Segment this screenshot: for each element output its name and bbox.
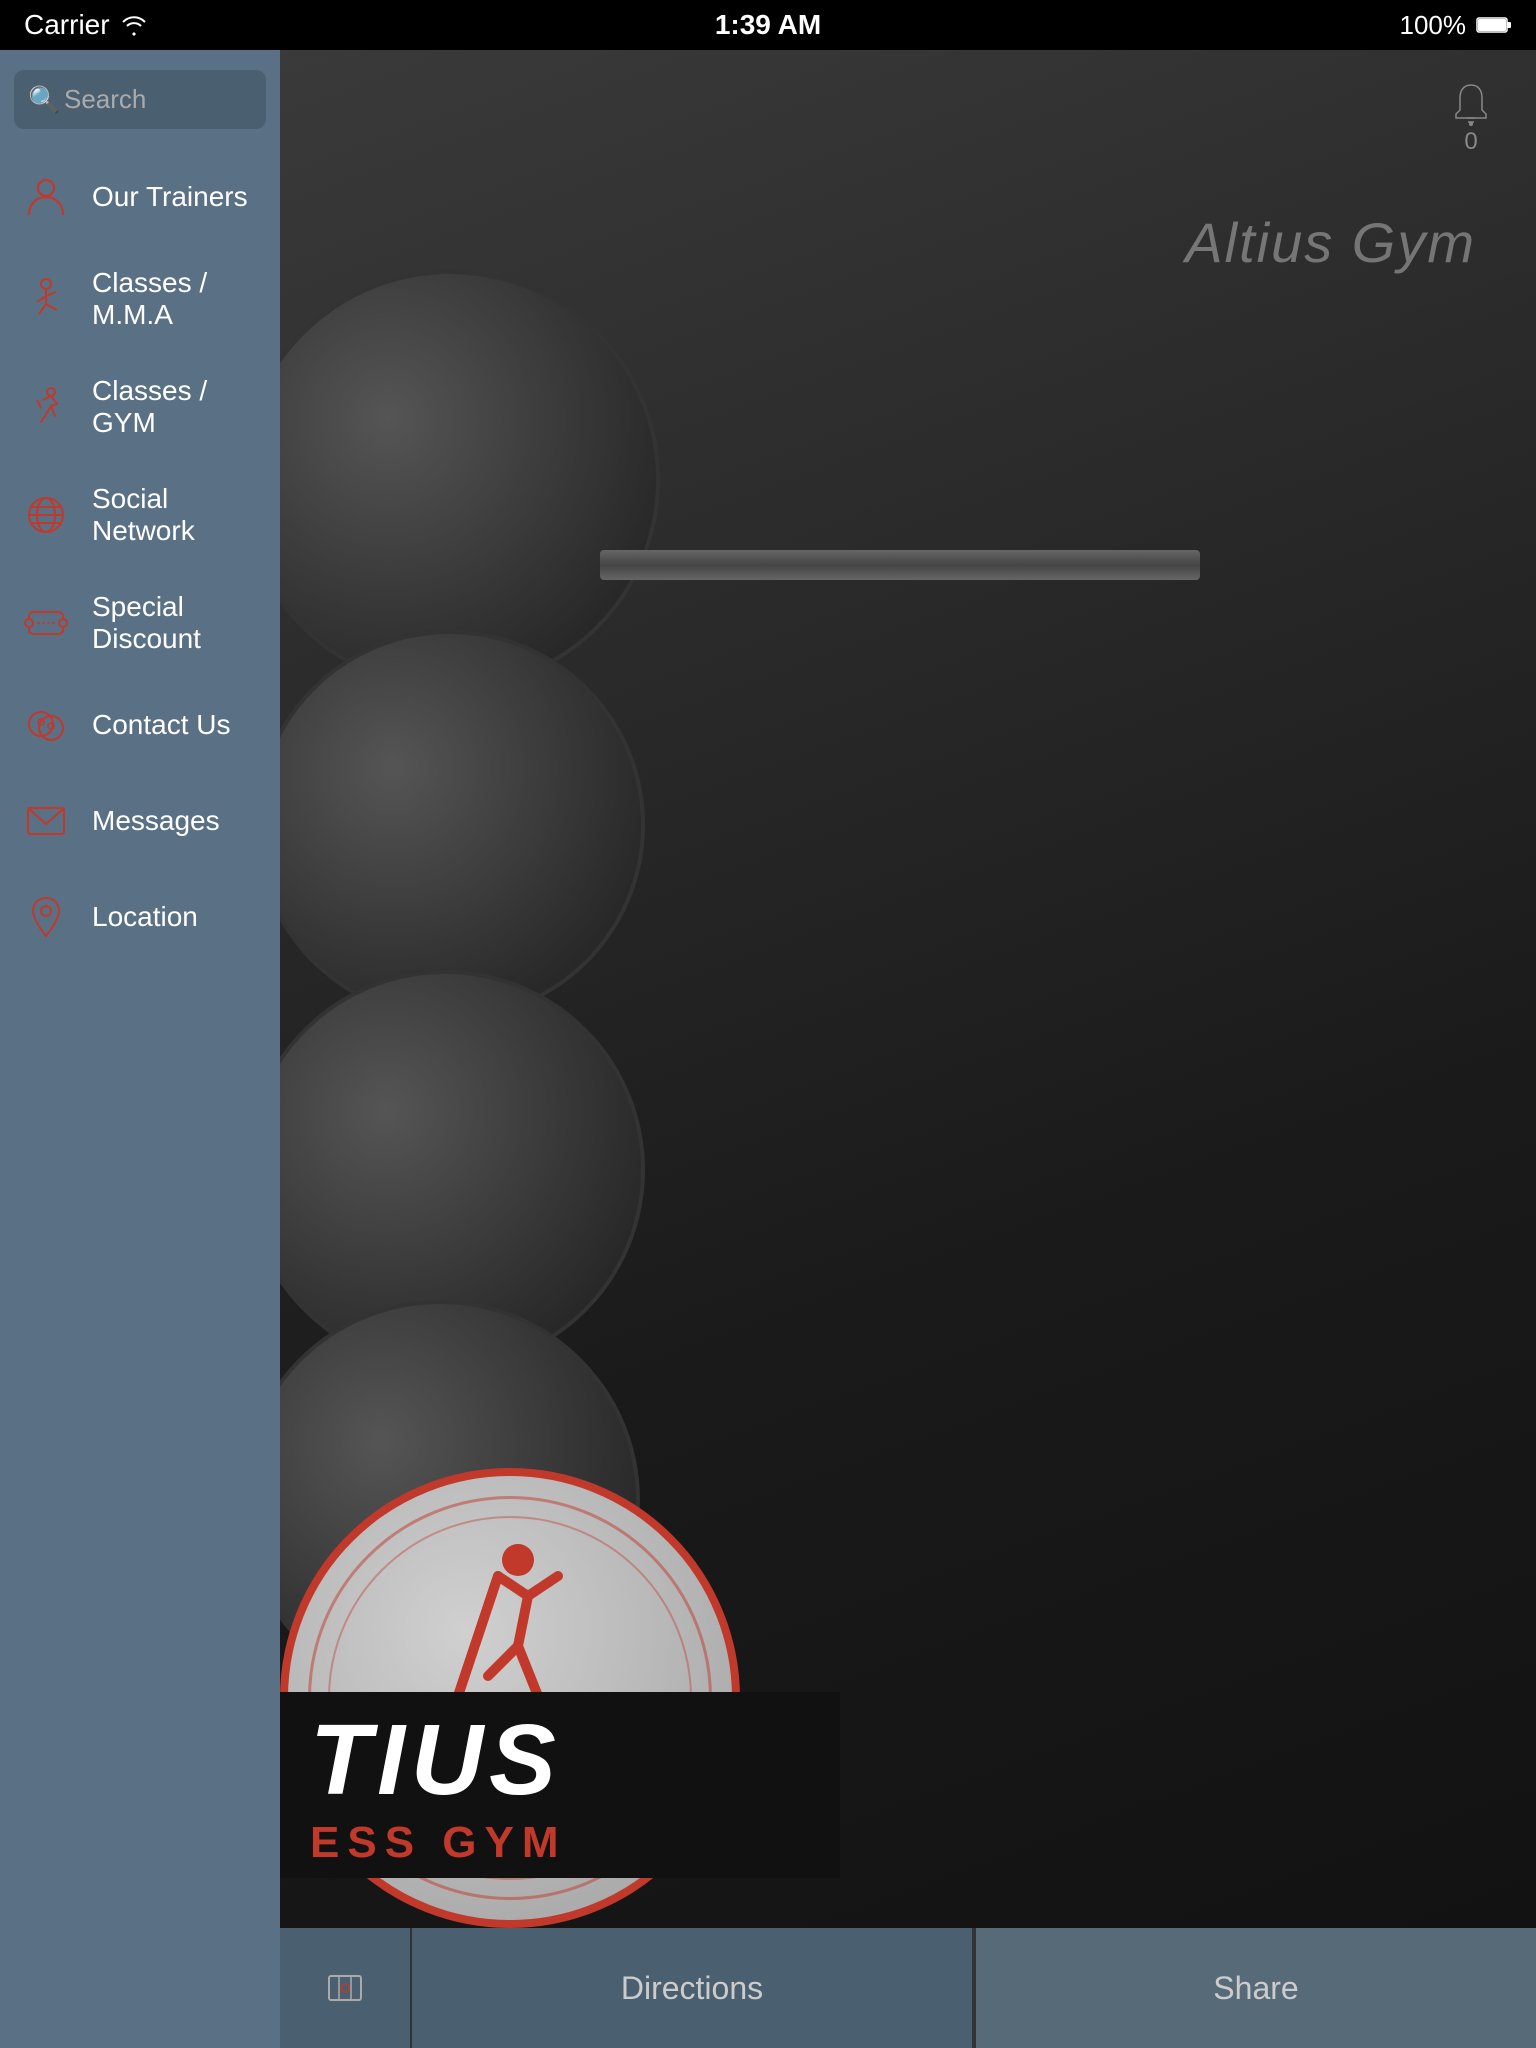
classes-gym-label: Classes / GYM (92, 375, 260, 439)
weight-plate-1 (280, 270, 660, 690)
app-container: 🔍 Our Trainers (0, 50, 1536, 2048)
share-button[interactable]: Share (976, 1928, 1536, 2048)
chat-icon (20, 699, 72, 751)
sidebar-item-classes-gym[interactable]: Classes / GYM (0, 353, 280, 461)
sidebar-item-social-network[interactable]: Social Network (0, 461, 280, 569)
bottom-left-panel (280, 1928, 410, 2048)
search-wrapper[interactable]: 🔍 (14, 70, 266, 129)
status-bar: Carrier 1:39 AM 100% (0, 0, 1536, 50)
logo-sub-band: ESS GYM (280, 1808, 840, 1878)
main-content: Altius Gym 0 (280, 50, 1536, 2048)
carrier-label: Carrier (24, 9, 110, 41)
ticket-icon (20, 597, 72, 649)
logo-sub-text: ESS GYM (310, 1818, 810, 1868)
battery-icon (1476, 15, 1512, 35)
weight-plate-2 (280, 630, 645, 1020)
status-left: Carrier (24, 9, 148, 41)
our-trainers-label: Our Trainers (92, 181, 248, 213)
notification-icon[interactable] (1446, 80, 1496, 130)
mma-icon (20, 273, 72, 325)
pin-icon (20, 891, 72, 943)
globe-icon (20, 489, 72, 541)
bottom-bar: Directions Share (280, 1928, 1536, 2048)
battery-label: 100% (1400, 10, 1467, 41)
search-icon: 🔍 (28, 84, 60, 115)
sidebar-item-location[interactable]: Location (0, 869, 280, 965)
messages-label: Messages (92, 805, 220, 837)
map-icon (325, 1968, 365, 2008)
special-discount-label: Special Discount (92, 591, 260, 655)
gym-title: Altius Gym (1185, 210, 1476, 275)
sidebar-item-classes-mma[interactable]: Classes / M.M.A (0, 245, 280, 353)
directions-button[interactable]: Directions (412, 1928, 972, 2048)
social-network-label: Social Network (92, 483, 260, 547)
notification-area: 0 (1446, 80, 1496, 156)
time-label: 1:39 AM (715, 9, 821, 41)
person-icon (20, 171, 72, 223)
logo-area: TIUS ESS GYM (280, 1428, 840, 1928)
logo-main-text: TIUS (310, 1710, 810, 1810)
location-label: Location (92, 901, 198, 933)
gym-icon (20, 381, 72, 433)
sidebar-item-messages[interactable]: Messages (0, 773, 280, 869)
barbell-bar (600, 550, 1200, 580)
mail-icon (20, 795, 72, 847)
classes-mma-label: Classes / M.M.A (92, 267, 260, 331)
status-right: 100% (1400, 10, 1513, 41)
sidebar: 🔍 Our Trainers (0, 50, 280, 2048)
notification-count: 0 (1446, 128, 1496, 156)
sidebar-item-our-trainers[interactable]: Our Trainers (0, 149, 280, 245)
contact-us-label: Contact Us (92, 709, 231, 741)
sidebar-item-contact-us[interactable]: Contact Us (0, 677, 280, 773)
wifi-icon (120, 14, 148, 36)
sidebar-item-special-discount[interactable]: Special Discount (0, 569, 280, 677)
